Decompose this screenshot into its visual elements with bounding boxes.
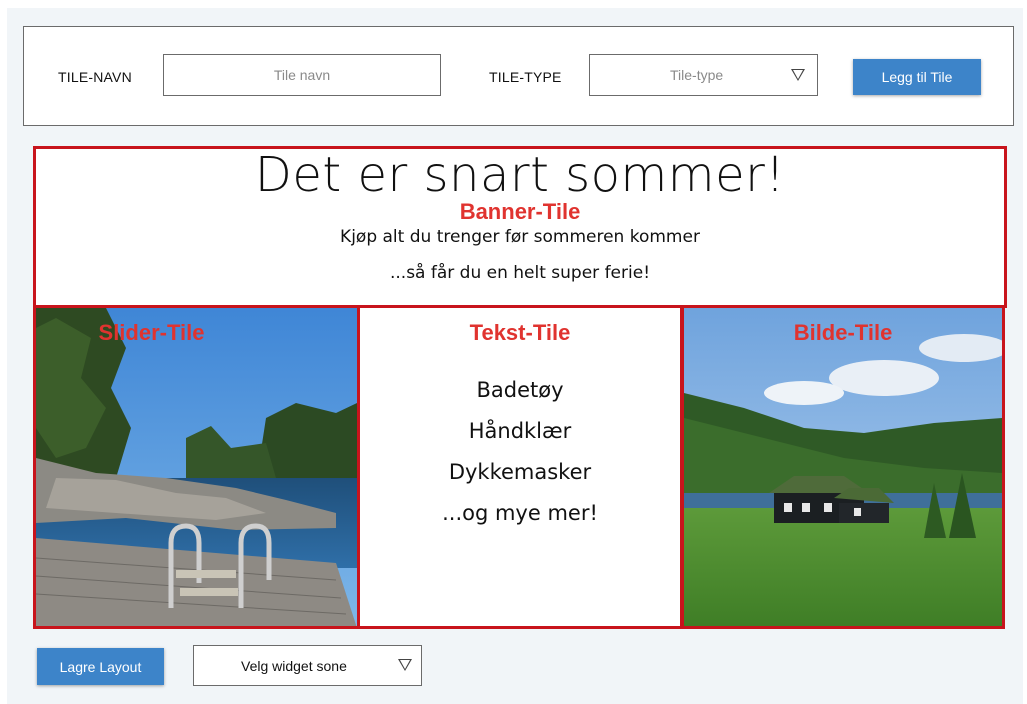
mountain-cabin-photo [684, 308, 1002, 626]
banner-title: Det er snart sommer! [254, 147, 786, 203]
banner-tile-tag: Banner-Tile [459, 199, 581, 224]
save-layout-button[interactable]: Lagre Layout [37, 648, 164, 685]
slider-tile-tag: Slider-Tile [98, 320, 205, 345]
banner-subtitle-1: Kjøp alt du trenger før sommeren kommer [340, 227, 700, 247]
tile-type-label: TILE-TYPE [489, 69, 562, 85]
banner-tile[interactable]: Det er snart sommer! Banner-Tile Kjøp al… [33, 146, 1007, 308]
tile-type-value: Tile-type [670, 67, 724, 83]
tile-type-select[interactable]: Tile-type [589, 54, 818, 96]
tile-name-label: TILE-NAVN [58, 69, 132, 85]
lake-dock-photo [36, 308, 357, 626]
text-tile-tag: Tekst-Tile [469, 320, 571, 345]
slider-tile[interactable]: Slider-Tile [33, 305, 360, 629]
list-item: ...og mye mer! [442, 501, 598, 525]
chevron-down-icon [398, 659, 412, 671]
banner-subtitle-2: ...så får du en helt super ferie! [389, 263, 651, 283]
text-tile-list: Badetøy Håndklær Dykkemasker ...og mye m… [360, 370, 680, 534]
image-tile[interactable]: Bilde-Tile [681, 305, 1005, 629]
add-tile-form: TILE-NAVN TILE-TYPE Tile-type Legg til T… [23, 26, 1014, 126]
image-tile-tag: Bilde-Tile [793, 320, 893, 345]
add-tile-button[interactable]: Legg til Tile [853, 59, 981, 95]
list-item: Badetøy [476, 378, 564, 402]
chevron-down-icon [791, 69, 805, 81]
list-item: Dykkemasker [448, 460, 592, 484]
widget-zone-value: Velg widget sone [241, 658, 347, 674]
list-item: Håndklær [468, 419, 572, 443]
widget-zone-select[interactable]: Velg widget sone [193, 645, 422, 686]
tile-name-input[interactable] [163, 54, 441, 96]
text-tile[interactable]: Tekst-Tile Badetøy Håndklær Dykkemasker … [357, 305, 683, 629]
